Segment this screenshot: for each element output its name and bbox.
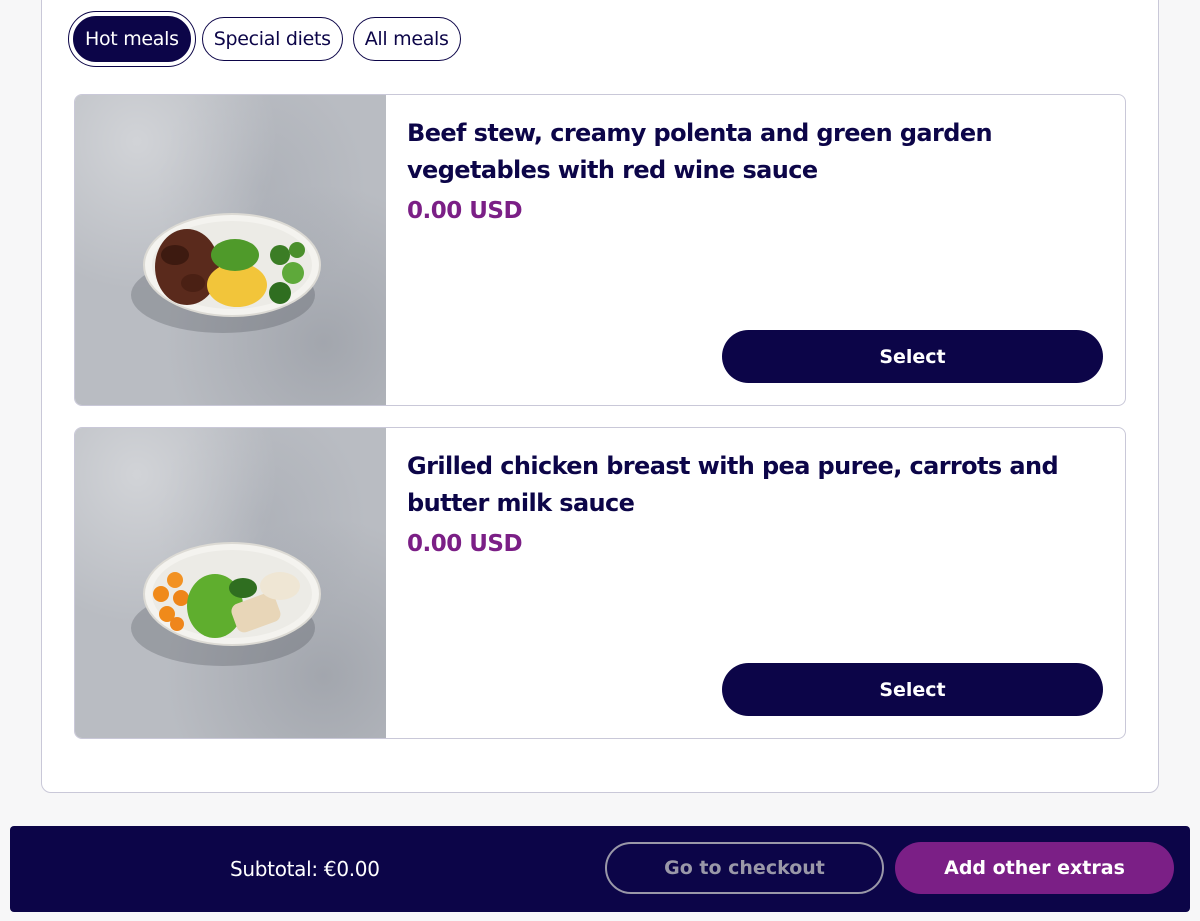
beef-stew-photo <box>75 95 386 405</box>
meal-title: Beef stew, creamy polenta and green gard… <box>407 119 993 184</box>
checkout-bar: Subtotal: €0.00 Go to checkout Add other… <box>10 826 1190 912</box>
meal-price: 0.00 USD <box>407 198 523 224</box>
meal-title: Grilled chicken breast with pea puree, c… <box>407 452 1059 517</box>
subtotal-text: Subtotal: €0.00 <box>230 857 380 881</box>
select-meal-button[interactable]: Select <box>722 330 1103 383</box>
add-other-extras-button[interactable]: Add other extras <box>895 842 1174 894</box>
select-meal-button[interactable]: Select <box>722 663 1103 716</box>
filter-hot-meals[interactable]: Hot meals <box>73 16 191 62</box>
go-to-checkout-button[interactable]: Go to checkout <box>605 842 884 894</box>
meal-filter-tabs: Hot meals Special diets All meals <box>68 11 461 67</box>
grilled-chicken-photo <box>75 428 386 738</box>
meal-price: 0.00 USD <box>407 531 523 557</box>
filter-focus-ring: Hot meals <box>68 11 196 67</box>
filter-special-diets[interactable]: Special diets <box>201 17 343 61</box>
filter-all-meals[interactable]: All meals <box>352 17 461 61</box>
meal-card: Grilled chicken breast with pea puree, c… <box>74 427 1126 739</box>
meal-card: Beef stew, creamy polenta and green gard… <box>74 94 1126 406</box>
